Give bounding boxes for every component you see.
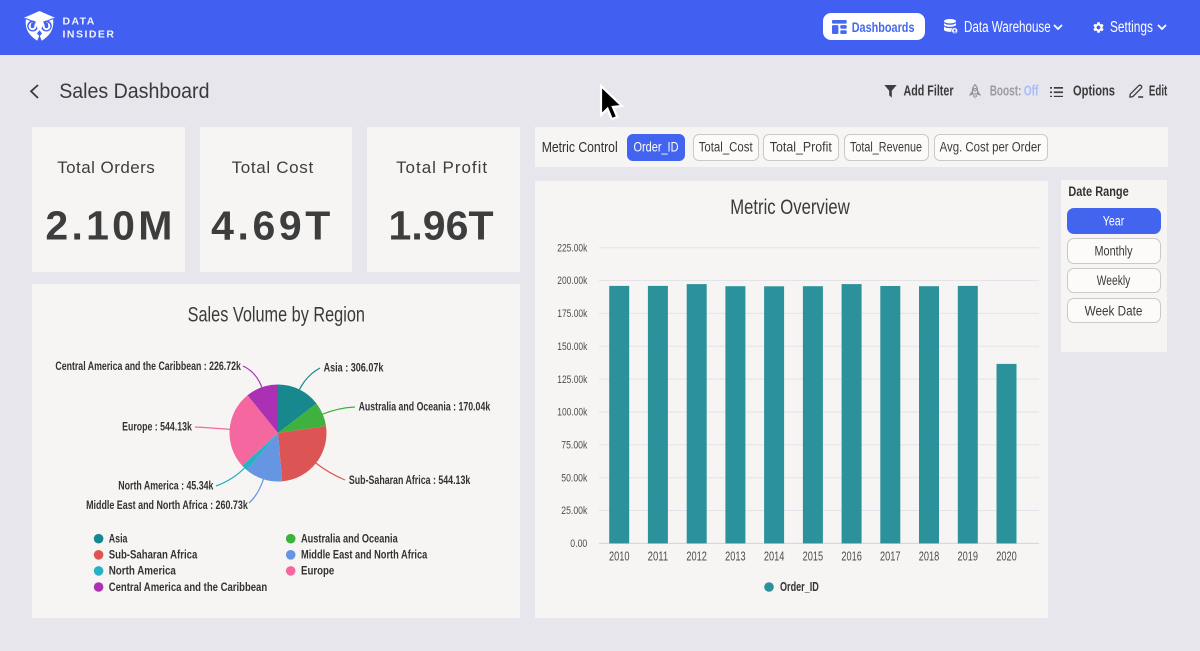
svg-text:Boost:: Boost: — [990, 84, 1022, 100]
svg-text:150.00k: 150.00k — [557, 341, 587, 353]
svg-text:1.96T: 1.96T — [389, 202, 494, 248]
svg-text:Total_Revenue: Total_Revenue — [850, 140, 922, 155]
svg-text:2018: 2018 — [919, 548, 940, 563]
svg-text:2011: 2011 — [648, 548, 669, 563]
svg-text:225.00k: 225.00k — [557, 242, 587, 254]
svg-text:North America : 45.34k: North America : 45.34k — [118, 479, 213, 493]
svg-text:2014: 2014 — [764, 548, 785, 563]
svg-text:Australia and Oceania : 170.04: Australia and Oceania : 170.04k — [359, 400, 491, 414]
svg-text:Options: Options — [1073, 84, 1115, 100]
svg-text:Weekly: Weekly — [1097, 273, 1131, 288]
svg-text:Total Orders: Total Orders — [57, 158, 155, 177]
svg-text:Metric Control: Metric Control — [542, 139, 618, 156]
svg-text:2017: 2017 — [880, 548, 901, 563]
svg-text:Sub-Saharan Africa : 544.13k: Sub-Saharan Africa : 544.13k — [349, 473, 471, 487]
svg-text:North America: North America — [109, 564, 176, 578]
svg-text:Middle East and North Africa: Middle East and North Africa — [301, 548, 428, 562]
svg-text:2012: 2012 — [686, 548, 707, 563]
svg-text:Metric Overview: Metric Overview — [730, 196, 850, 219]
svg-text:Central America and the Caribb: Central America and the Caribbean : 226.… — [55, 359, 241, 373]
svg-text:2015: 2015 — [803, 548, 824, 563]
svg-text:2.10M: 2.10M — [45, 202, 172, 248]
svg-text:Order_ID: Order_ID — [634, 140, 679, 155]
svg-text:INSIDER: INSIDER — [63, 29, 115, 41]
svg-text:DATA: DATA — [63, 15, 95, 27]
svg-text:Central America and the Caribb: Central America and the Caribbean — [109, 580, 268, 594]
svg-text:Date Range: Date Range — [1068, 184, 1129, 199]
svg-text:Settings: Settings — [1110, 19, 1153, 36]
svg-text:Sales Volume by Region: Sales Volume by Region — [188, 304, 365, 327]
svg-text:2013: 2013 — [725, 548, 746, 563]
svg-text:2020: 2020 — [996, 548, 1017, 563]
svg-text:200.00k: 200.00k — [557, 275, 587, 287]
svg-text:175.00k: 175.00k — [557, 308, 587, 320]
svg-text:25.00k: 25.00k — [561, 505, 587, 517]
svg-text:Add Filter: Add Filter — [904, 84, 954, 100]
svg-text:Australia and Oceania: Australia and Oceania — [301, 532, 398, 546]
svg-text:Data Warehouse: Data Warehouse — [964, 19, 1051, 36]
svg-text:Order_ID: Order_ID — [780, 580, 819, 594]
svg-text:Edit: Edit — [1149, 84, 1168, 100]
svg-text:2016: 2016 — [841, 548, 862, 563]
svg-text:Total_Profit: Total_Profit — [770, 140, 832, 155]
svg-text:Middle East and North Africa :: Middle East and North Africa : 260.73k — [86, 498, 248, 512]
svg-text:50.00k: 50.00k — [561, 472, 587, 484]
svg-text:Avg. Cost per Order: Avg. Cost per Order — [940, 140, 1042, 155]
svg-text:Total Profit: Total Profit — [396, 158, 487, 177]
svg-text:125.00k: 125.00k — [557, 374, 587, 386]
svg-text:75.00k: 75.00k — [561, 440, 587, 452]
svg-text:Dashboards: Dashboards — [852, 20, 915, 35]
svg-text:Sub-Saharan Africa: Sub-Saharan Africa — [109, 548, 198, 562]
svg-text:0.00: 0.00 — [570, 538, 587, 550]
svg-text:Asia: Asia — [109, 532, 128, 546]
svg-text:Sales Dashboard: Sales Dashboard — [59, 80, 209, 103]
svg-text:100.00k: 100.00k — [557, 407, 587, 419]
svg-text:Total_Cost: Total_Cost — [699, 140, 753, 155]
svg-text:Asia : 306.07k: Asia : 306.07k — [324, 360, 384, 374]
svg-text:4.69T: 4.69T — [211, 202, 330, 248]
svg-text:2010: 2010 — [609, 548, 630, 563]
svg-text:Total Cost: Total Cost — [232, 158, 314, 177]
svg-text:Europe: Europe — [301, 564, 335, 578]
svg-text:2019: 2019 — [958, 548, 979, 563]
svg-text:Monthly: Monthly — [1095, 244, 1133, 259]
svg-text:Europe : 544.13k: Europe : 544.13k — [122, 420, 192, 434]
svg-text:Year: Year — [1103, 214, 1125, 229]
svg-text:Week Date: Week Date — [1085, 304, 1143, 319]
svg-text:Off: Off — [1024, 84, 1039, 100]
